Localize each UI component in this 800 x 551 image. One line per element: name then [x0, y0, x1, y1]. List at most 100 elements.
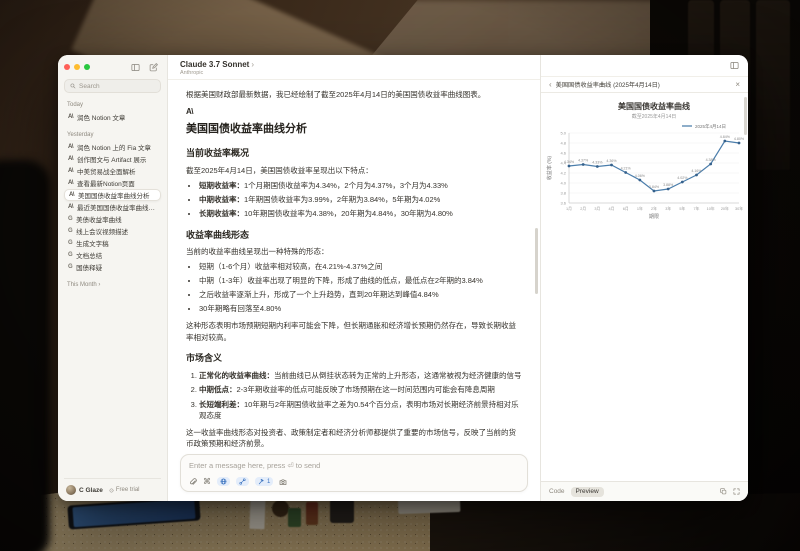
tab-code[interactable]: Code — [549, 488, 565, 495]
sidebar-item[interactable]: A\ 润色 Notion 文章 — [64, 111, 161, 123]
sidebar-item[interactable]: A\最近美国国债收益率曲线检... — [64, 201, 161, 213]
svg-text:截至2025年4月14日: 截至2025年4月14日 — [632, 113, 676, 120]
sidebar-item[interactable]: G 文档总结 — [64, 249, 161, 261]
sidebar-item[interactable]: G 美债收益率曲线 — [64, 213, 161, 225]
artifact-footer: Code Preview — [541, 481, 748, 501]
market-ordered-list: 正常化的收益率曲线：当前曲线已从倒挂状态转为正常的上升形态，这通常被视为经济健康… — [186, 370, 522, 422]
model-selector[interactable]: Claude 3.7 Sonnet — [180, 60, 249, 69]
sidebar-toggle-icon[interactable] — [131, 63, 140, 72]
artifact-title: 美国国债收益率曲线 (2025年4月14日) — [556, 80, 732, 89]
sidebar-item-label: 润色 Notion 文章 — [77, 112, 125, 122]
list-item: 长短端利差：10年期与2年期国债收益率之差为0.54个百分点，表明市场对长期经济… — [199, 399, 522, 422]
gemini-logo-icon: G — [68, 240, 72, 246]
svg-text:收益率 (%): 收益率 (%) — [546, 156, 553, 181]
claude-logo-icon: A\ — [68, 156, 73, 162]
sidebar-item-label: 国债释疑 — [76, 262, 102, 272]
svg-text:3.84%: 3.84% — [649, 185, 660, 189]
svg-text:4.06%: 4.06% — [635, 174, 646, 178]
svg-text:4.36%: 4.36% — [606, 159, 617, 163]
sidebar-item-label: 中美贸易战全面解析 — [77, 166, 136, 176]
tools-pill[interactable]: 1 — [255, 477, 273, 486]
sidebar-item[interactable]: G 生成文字稿 — [64, 237, 161, 249]
svg-text:2月: 2月 — [580, 206, 586, 211]
web-search-pill[interactable] — [217, 477, 230, 486]
svg-text:20年: 20年 — [721, 206, 729, 211]
gemini-logo-icon: G — [68, 228, 72, 234]
gemini-logo-icon: G — [68, 252, 72, 258]
claude-logo-icon: A\ — [186, 106, 522, 118]
svg-text:3.88%: 3.88% — [663, 183, 674, 187]
sidebar-item-label: 最近美国国债收益率曲线检... — [77, 202, 157, 212]
closing-paragraph: 这一收益率曲线形态对投资者、政策制定者和经济分析师都提供了重要的市场信号，反映了… — [186, 427, 522, 450]
message-title: 美国国债收益率曲线分析 — [186, 121, 522, 138]
svg-text:美国国债收益率曲线: 美国国债收益率曲线 — [618, 101, 690, 111]
gemini-logo-icon: G — [68, 264, 72, 270]
main-chat-column: Claude 3.7 Sonnet › Anthropic 根据美国财政部最新数… — [168, 55, 540, 501]
svg-text:4.16%: 4.16% — [691, 169, 702, 173]
zoom-window-button[interactable] — [84, 64, 90, 70]
expand-icon[interactable] — [733, 488, 740, 495]
sidebar-item-label: 生成文字稿 — [76, 238, 109, 248]
sidebar-item[interactable]: G 线上会议视频描述 — [64, 225, 161, 237]
screenshot-icon[interactable] — [279, 478, 287, 486]
svg-text:7年: 7年 — [694, 206, 700, 211]
plan-badge: Free trial — [109, 487, 140, 493]
sidebar-item[interactable]: A\查看最新Notion页面 — [64, 177, 161, 189]
sidebar-item-label: 润色 Notion 上的 Fia 文章 — [77, 142, 151, 152]
svg-text:5.0: 5.0 — [560, 131, 566, 136]
overview-intro: 截至2025年4月14日，美国国债收益率呈现出以下特点： — [186, 165, 522, 177]
svg-text:1年: 1年 — [637, 206, 643, 211]
section-heading-overview: 当前收益率概况 — [186, 147, 522, 161]
input-toolbar: ⌘ 1 — [189, 477, 519, 486]
connectors-pill[interactable] — [236, 477, 249, 486]
sidebar-item[interactable]: G 国债释疑 — [64, 261, 161, 273]
sidebar-item[interactable]: A\润色 Notion 上的 Fia 文章 — [64, 141, 161, 153]
new-chat-icon[interactable] — [149, 63, 158, 72]
list-item: 正常化的收益率曲线：当前曲线已从倒挂状态转为正常的上升形态，这通常被视为经济健康… — [199, 370, 522, 382]
composer-area: Enter a message here, press ⏎ to send ⌘ … — [168, 451, 540, 501]
yield-curve-chart: 美国国债收益率曲线截至2025年4月14日2025年4月14日3.63.84.0… — [544, 97, 745, 236]
sidebar-item[interactable]: A\美国国债收益率曲线分析 — [64, 189, 161, 201]
list-item: 短期（1-6个月）收益率相对较高，在4.21%-4.37%之间 — [199, 261, 522, 273]
panel-toggle-icon[interactable] — [730, 61, 739, 70]
section-label: Yesterday — [67, 132, 158, 138]
svg-text:3.8: 3.8 — [560, 191, 566, 196]
command-icon[interactable]: ⌘ — [203, 478, 211, 486]
svg-text:4.38%: 4.38% — [706, 158, 717, 162]
panel-top-bar — [541, 55, 748, 76]
svg-text:4月: 4月 — [609, 206, 615, 211]
back-chevron-icon[interactable]: ‹ — [549, 80, 552, 89]
section-label[interactable]: This Month › — [67, 282, 158, 288]
assistant-intro-paragraph: 根据美国财政部最新数据，我已经绘制了截至2025年4月14日的美国国债收益率曲线… — [186, 89, 522, 101]
sidebar-item[interactable]: A\ 中美贸易战全面解析 — [64, 165, 161, 177]
search-input[interactable]: Search — [64, 79, 161, 93]
svg-text:2年: 2年 — [651, 206, 657, 211]
tab-preview[interactable]: Preview — [571, 487, 604, 497]
search-icon — [70, 83, 76, 89]
attach-icon[interactable] — [189, 478, 197, 486]
minimize-window-button[interactable] — [74, 64, 80, 70]
claude-app-window: Search TodayA\润色 Notion 文章YesterdayA\润色 … — [58, 55, 748, 501]
sidebar-item-label: 创作图文与 Artifact 展示 — [77, 154, 146, 164]
claude-logo-icon: A\ — [68, 168, 73, 174]
sidebar-item-label: 线上会议视频描述 — [76, 226, 128, 236]
list-item: 中期低点：2-3年期收益率的低点可能反映了市场预期在这一时间范围内可能会有降息周… — [199, 384, 522, 396]
claude-logo-icon: A\ — [68, 114, 73, 120]
close-icon[interactable]: × — [735, 80, 740, 89]
gemini-logo-icon: G — [68, 216, 72, 222]
chat-scrollbar[interactable] — [535, 228, 538, 294]
main-header: Claude 3.7 Sonnet › Anthropic — [168, 55, 540, 80]
panel-scrollbar[interactable] — [744, 97, 747, 135]
message-input[interactable]: Enter a message here, press ⏎ to send ⌘ … — [180, 454, 528, 492]
sidebar-item-label: 美债收益率曲线 — [76, 214, 122, 224]
sidebar-item-label: 文档总结 — [76, 250, 102, 260]
svg-text:5年: 5年 — [679, 206, 685, 211]
plug-icon — [239, 478, 246, 485]
overview-bullet-list: 短期收益率：1个月期国债收益率为4.34%，2个月为4.37%，3个月为4.33… — [186, 180, 522, 220]
close-window-button[interactable] — [64, 64, 70, 70]
svg-text:4.6: 4.6 — [560, 151, 566, 156]
sidebar-item[interactable]: A\ 创作图文与 Artifact 展示 — [64, 153, 161, 165]
sidebar-footer[interactable]: C Glaze Free trial — [64, 478, 161, 501]
sidebar-item-label: 查看最新Notion页面 — [77, 178, 135, 188]
copy-artifact-icon[interactable] — [720, 488, 727, 495]
